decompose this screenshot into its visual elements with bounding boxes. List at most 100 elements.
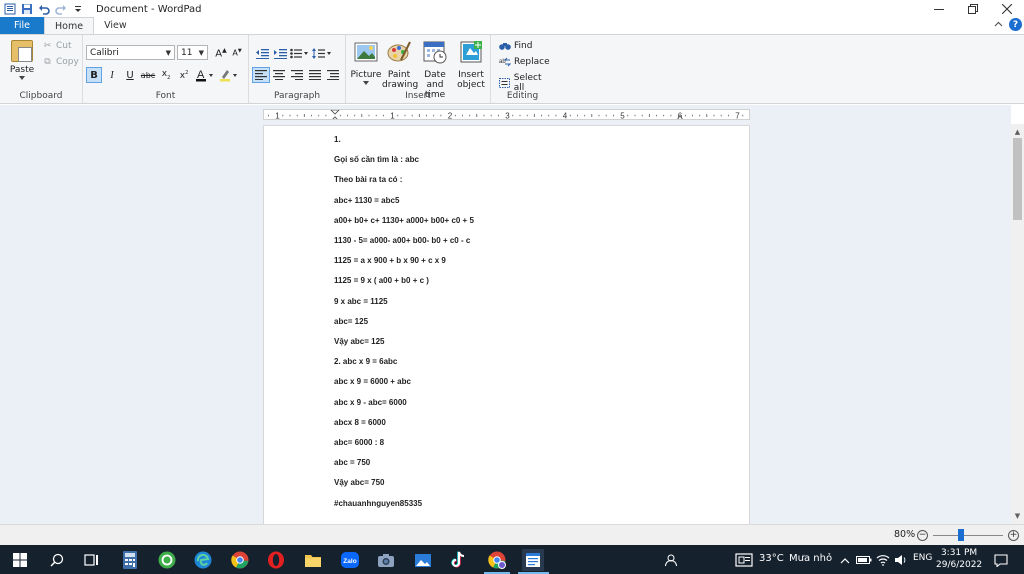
- file-explorer-icon[interactable]: [302, 549, 324, 571]
- text-color-button[interactable]: A: [194, 67, 216, 83]
- shrink-font-button[interactable]: A▼: [229, 45, 245, 61]
- clipboard-group-label: Clipboard: [19, 91, 63, 101]
- font-size-select[interactable]: 11 ▼: [177, 45, 208, 60]
- italic-button[interactable]: I: [104, 67, 120, 83]
- zoom-slider-track[interactable]: [933, 535, 1003, 536]
- underline-button[interactable]: U: [122, 67, 138, 83]
- increase-indent-button[interactable]: [271, 45, 289, 61]
- select-all-button[interactable]: Select all: [499, 73, 554, 93]
- strikethrough-button[interactable]: abc: [140, 67, 156, 83]
- chrome-profile-icon[interactable]: [486, 549, 508, 571]
- ruler-tick: [634, 114, 636, 117]
- ruler-tick: [692, 114, 693, 117]
- replace-button[interactable]: ab Replace: [499, 57, 550, 67]
- tab-home[interactable]: Home: [44, 17, 95, 34]
- people-icon[interactable]: [660, 549, 682, 571]
- superscript-button[interactable]: x2: [176, 67, 192, 83]
- wordpad-taskbar-icon[interactable]: [522, 549, 544, 571]
- green-app-icon[interactable]: [156, 549, 178, 571]
- picture-button[interactable]: Picture: [349, 40, 383, 85]
- zoom-in-icon[interactable]: +: [1008, 530, 1019, 541]
- windows-start-icon[interactable]: [9, 549, 31, 571]
- document-line: a00+ b0+ c+ 1130+ a000+ b00+ c0 + 5: [334, 215, 474, 225]
- cut-button[interactable]: ✂ Cut: [42, 41, 72, 51]
- subscript-button[interactable]: x2: [158, 67, 174, 83]
- tab-view[interactable]: View: [94, 17, 137, 34]
- task-view-icon[interactable]: [81, 549, 103, 571]
- line-spacing-button[interactable]: [311, 45, 333, 61]
- decrease-indent-button[interactable]: [253, 45, 271, 61]
- ruler-tick: [476, 114, 478, 117]
- zoom-out-icon[interactable]: −: [917, 530, 928, 541]
- undo-icon[interactable]: [37, 2, 51, 16]
- wordpad-app-icon[interactable]: [3, 2, 17, 16]
- minimize-button[interactable]: [922, 0, 956, 18]
- clock[interactable]: 3:31 PM 29/6/2022: [936, 547, 982, 571]
- search-icon[interactable]: [46, 549, 68, 571]
- paste-button[interactable]: Paste: [9, 40, 35, 80]
- ruler-tick: [591, 114, 593, 117]
- save-icon[interactable]: [20, 2, 34, 16]
- chrome-icon[interactable]: [229, 549, 251, 571]
- ruler-tick: [648, 114, 650, 117]
- paragraph-button[interactable]: [324, 67, 342, 83]
- paint-drawing-button[interactable]: Paint drawing: [382, 40, 418, 90]
- justify-button[interactable]: [306, 67, 324, 83]
- zoom-slider-thumb[interactable]: [958, 529, 964, 541]
- ruler-tick: [375, 114, 377, 117]
- replace-icon: ab: [499, 57, 511, 67]
- ruler-tick: [627, 114, 629, 117]
- volume-icon[interactable]: [893, 549, 909, 571]
- document-line: 9 x abc = 1125: [334, 296, 388, 306]
- calculator-icon[interactable]: [119, 549, 141, 571]
- clipboard-group: Paste ✂ Cut ⧉ Copy Clipboard: [0, 35, 83, 103]
- ruler-tick: [584, 114, 586, 117]
- wifi-icon[interactable]: [875, 549, 891, 571]
- ruler-tick: [339, 114, 341, 117]
- insert-object-button[interactable]: Insert object: [454, 40, 488, 90]
- tiktok-icon[interactable]: [448, 549, 470, 571]
- font-family-select[interactable]: Calibri ▼: [86, 45, 175, 60]
- ruler-tick: [303, 114, 305, 117]
- chevron-up-icon[interactable]: [838, 549, 852, 571]
- redo-icon[interactable]: [54, 2, 68, 16]
- copy-button[interactable]: ⧉ Copy: [42, 57, 79, 67]
- customize-toolbar-icon[interactable]: [71, 2, 85, 16]
- find-button[interactable]: Find: [499, 41, 532, 51]
- window-title: Document - WordPad: [96, 3, 202, 15]
- document-page[interactable]: 1. Gọi số cần tìm là : abc Theo bài ra ta …: [263, 125, 750, 524]
- horizontal-ruler[interactable]: 11234567: [263, 109, 750, 120]
- grow-font-button[interactable]: A▲: [213, 45, 229, 61]
- bullets-button[interactable]: [289, 45, 311, 61]
- restore-button[interactable]: [956, 0, 990, 18]
- ruler-tick: [720, 114, 722, 117]
- edge-icon[interactable]: [192, 549, 214, 571]
- ruler-tick: [706, 114, 708, 117]
- bold-button[interactable]: B: [86, 67, 102, 83]
- align-left-button[interactable]: [252, 67, 270, 83]
- paragraph-group-label: Paragraph: [273, 91, 321, 101]
- scroll-down-icon[interactable]: ▼: [1011, 510, 1024, 522]
- font-size-value: 11: [181, 47, 193, 58]
- zalo-icon[interactable]: Zalo: [339, 549, 361, 571]
- opera-icon[interactable]: [265, 549, 287, 571]
- tab-file[interactable]: File: [0, 17, 44, 34]
- ruler-tick: [282, 114, 284, 117]
- vertical-scrollbar[interactable]: ▲ ▼: [1011, 124, 1024, 524]
- help-icon[interactable]: ?: [1009, 18, 1022, 31]
- ruler-number: 3: [505, 112, 510, 120]
- paragraph-icon: [327, 70, 339, 80]
- scroll-thumb[interactable]: [1013, 138, 1022, 220]
- battery-icon[interactable]: [855, 549, 873, 571]
- highlight-button[interactable]: [218, 67, 240, 83]
- camera-icon[interactable]: [375, 549, 397, 571]
- notification-icon[interactable]: [990, 549, 1012, 571]
- align-center-button[interactable]: [270, 67, 288, 83]
- photos-icon[interactable]: [412, 549, 434, 571]
- left-indent-marker[interactable]: [330, 110, 340, 119]
- collapse-ribbon-icon[interactable]: [994, 20, 1003, 30]
- align-right-button[interactable]: [288, 67, 306, 83]
- close-button[interactable]: [990, 0, 1024, 18]
- scroll-up-icon[interactable]: ▲: [1011, 126, 1024, 138]
- language-indicator[interactable]: ENG: [913, 553, 932, 563]
